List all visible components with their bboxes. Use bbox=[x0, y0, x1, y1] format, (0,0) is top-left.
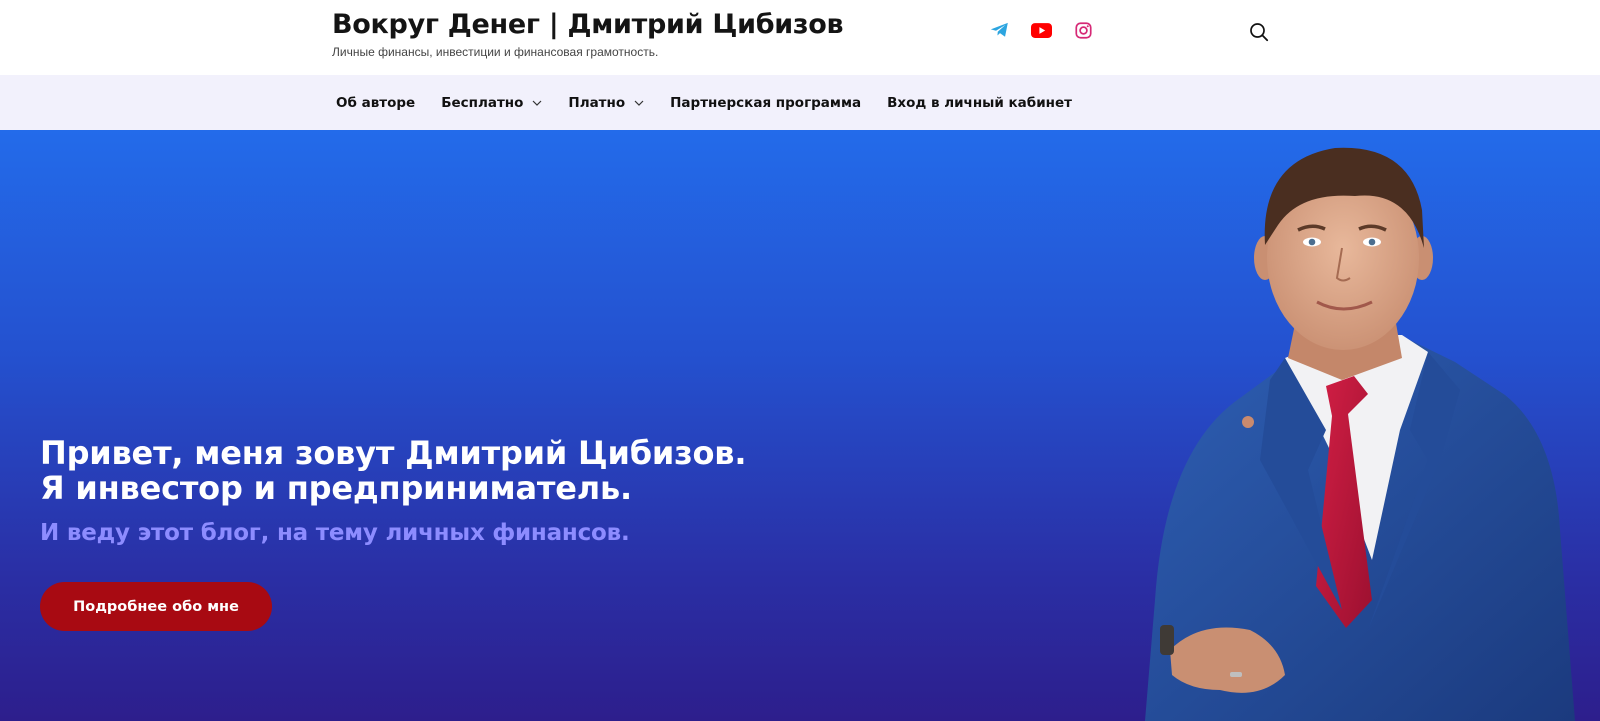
site-title[interactable]: Вокруг Денег | Дмитрий Цибизов bbox=[332, 8, 844, 42]
hero-title-line: Я инвестор и предприниматель. bbox=[40, 469, 632, 507]
youtube-link[interactable] bbox=[1028, 19, 1054, 41]
nav-item-free[interactable]: Бесплатно bbox=[441, 95, 542, 111]
search-icon bbox=[1250, 23, 1269, 42]
main-nav: Об авторе Бесплатно Платно Партнерская п… bbox=[0, 75, 1600, 130]
hero-subtitle: И веду этот блог, на тему личных финансо… bbox=[40, 520, 630, 546]
site-branding: Вокруг Денег | Дмитрий Цибизов Личные фи… bbox=[332, 8, 844, 59]
nav-item-paid[interactable]: Платно bbox=[568, 95, 644, 111]
site-header: Вокруг Денег | Дмитрий Цибизов Личные фи… bbox=[0, 0, 1600, 75]
nav-item-label: Об авторе bbox=[336, 94, 416, 111]
nav-item-label: Вход в личный кабинет bbox=[887, 94, 1072, 111]
nav-item-about[interactable]: Об авторе bbox=[336, 95, 415, 111]
hero-section: Привет, меня зовут Дмитрий Цибизов. Я ин… bbox=[0, 130, 1600, 721]
nav-list: Об авторе Бесплатно Платно Партнерская п… bbox=[336, 75, 1098, 130]
nav-item-login[interactable]: Вход в личный кабинет bbox=[887, 95, 1072, 111]
nav-item-label: Партнерская программа bbox=[670, 94, 862, 111]
chevron-down-icon bbox=[634, 100, 644, 106]
instagram-icon bbox=[1074, 21, 1092, 39]
telegram-icon bbox=[990, 22, 1008, 37]
nav-item-affiliate[interactable]: Партнерская программа bbox=[670, 95, 861, 111]
telegram-link[interactable] bbox=[986, 19, 1012, 41]
youtube-icon bbox=[1030, 22, 1052, 38]
chevron-down-icon bbox=[532, 100, 542, 106]
search-button[interactable] bbox=[1246, 19, 1272, 45]
site-tagline: Личные финансы, инвестиции и финансовая … bbox=[332, 45, 659, 59]
hero-title-line: Привет, меня зовут Дмитрий Цибизов. bbox=[40, 434, 747, 472]
nav-item-label: Платно bbox=[568, 94, 626, 111]
about-me-button[interactable]: Подробнее обо мне bbox=[40, 582, 272, 631]
instagram-link[interactable] bbox=[1070, 19, 1096, 41]
nav-item-label: Бесплатно bbox=[441, 94, 524, 111]
hero-title: Привет, меня зовут Дмитрий Цибизов. Я ин… bbox=[40, 436, 940, 506]
author-portrait bbox=[1145, 147, 1575, 721]
